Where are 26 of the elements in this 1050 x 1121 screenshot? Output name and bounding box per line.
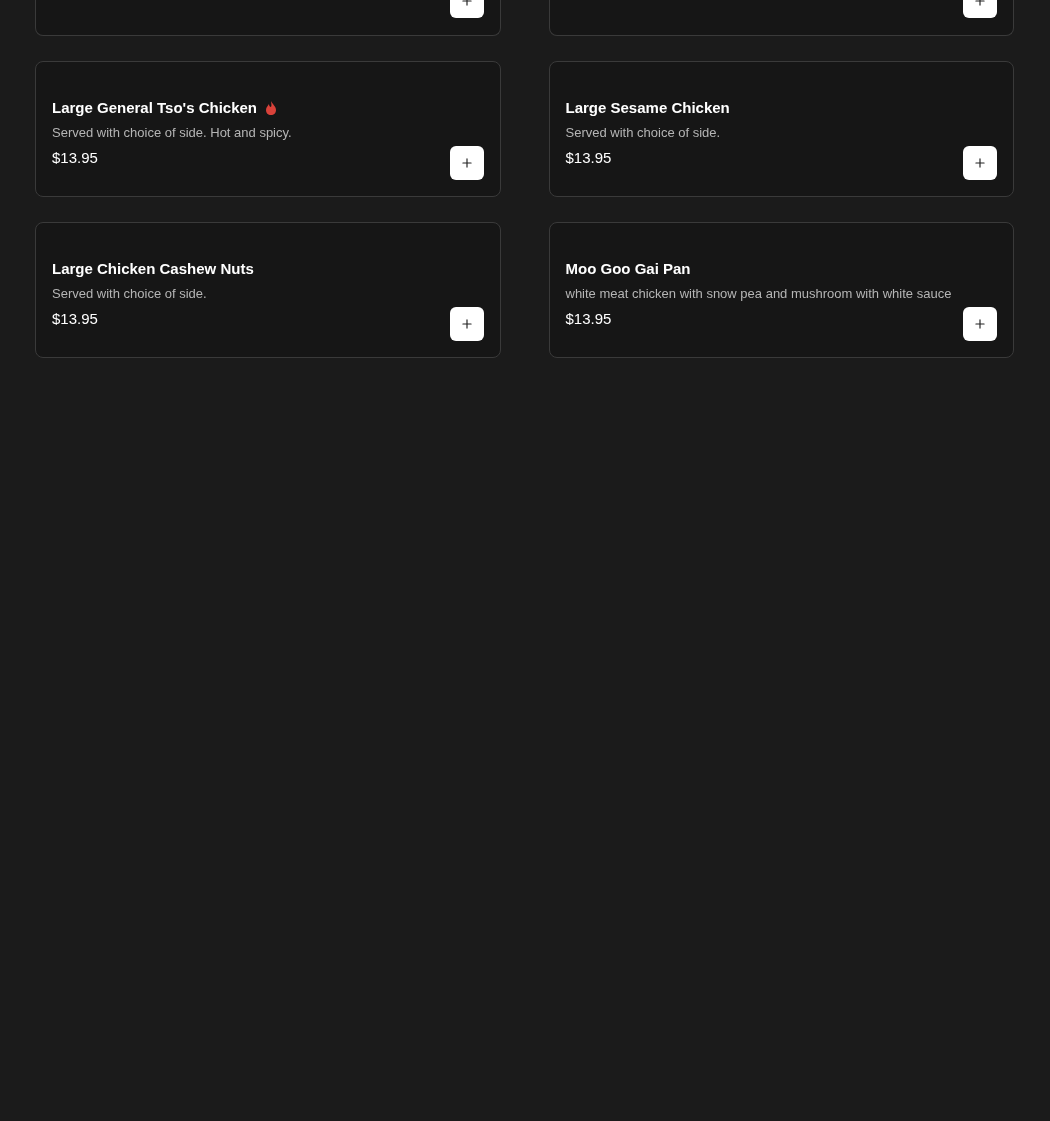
item-description: Served with choice of side. Hot and spicy. <box>52 124 292 143</box>
item-price: $13.95 <box>52 147 99 168</box>
item-name: Large General Tso's Chicken <box>52 97 258 118</box>
plus-icon <box>973 317 987 331</box>
menu-card[interactable] <box>548 0 1014 36</box>
menu-card[interactable]: Large Chicken Cashew Nuts Served with choice of side. $13.95 <box>35 222 501 358</box>
add-button[interactable] <box>449 307 484 341</box>
menu-card[interactable]: Large General Tso's Chicken Served with choice of side. Hot and spicy. $13.95 <box>35 61 501 197</box>
plus-icon <box>973 156 987 170</box>
menu-card[interactable]: Moo Goo Gai Pan white meat chicken with snow pea and mushroom with white sauce $13.95 <box>548 222 1014 358</box>
item-price: $13.95 <box>565 308 613 329</box>
item-description: white meat chicken with snow pea and mushroom with white sauce <box>565 285 952 304</box>
plus-icon <box>459 156 474 170</box>
item-description: Served with choice of side. <box>52 285 208 304</box>
add-button[interactable] <box>963 146 997 180</box>
add-button[interactable] <box>963 307 997 341</box>
menu-card[interactable] <box>35 0 501 36</box>
item-name: Moo Goo Gai Pan <box>565 258 691 279</box>
menu-card[interactable]: Large Sesame Chicken Served with choice of side. $13.95 <box>548 61 1014 197</box>
plus-icon <box>459 317 474 331</box>
item-price: $13.95 <box>52 308 99 329</box>
item-name: Large Chicken Cashew Nuts <box>52 258 254 279</box>
add-button[interactable] <box>449 146 484 180</box>
item-description: Served with choice of side. <box>565 124 722 143</box>
item-price: $13.95 <box>565 147 613 168</box>
item-name: Large Sesame Chicken <box>565 97 730 118</box>
